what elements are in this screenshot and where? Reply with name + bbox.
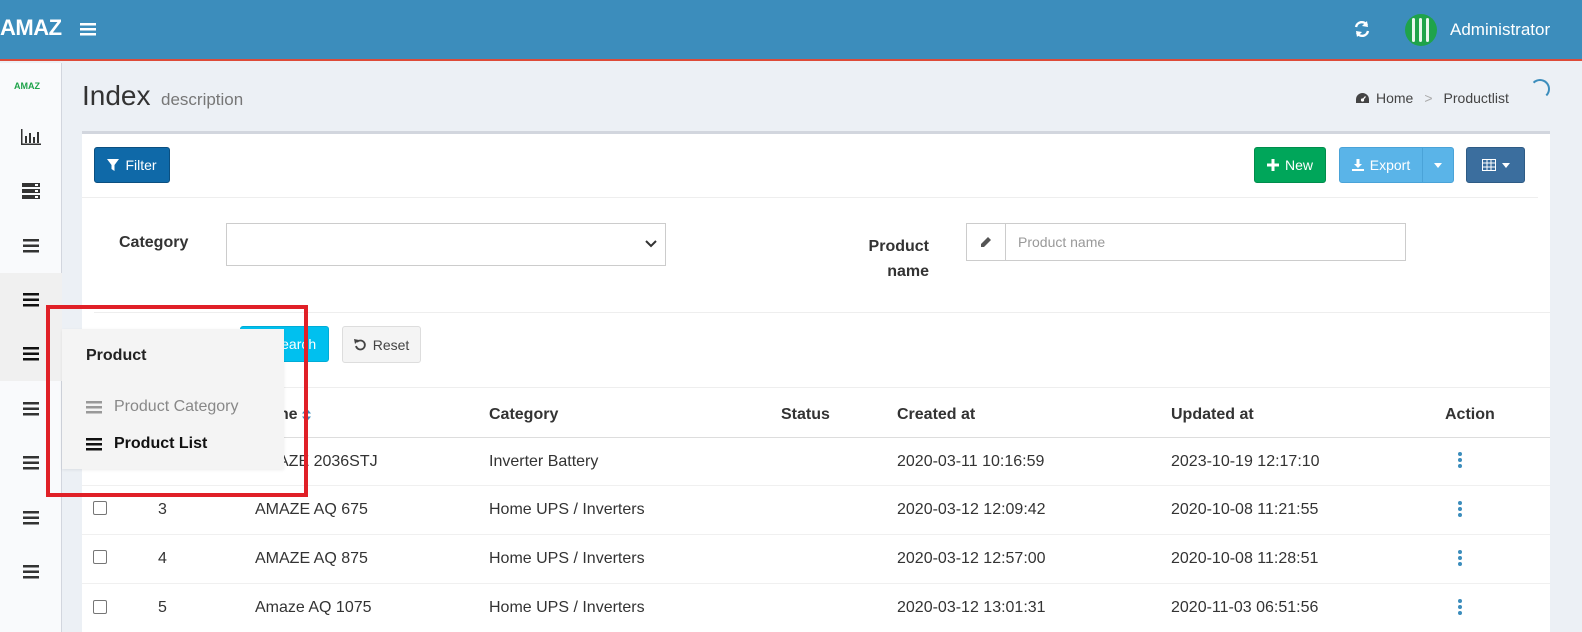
cell-category: Home UPS / Inverters <box>489 501 645 518</box>
list-icon <box>23 511 39 525</box>
hamburger-menu-icon[interactable] <box>80 21 96 40</box>
breadcrumb-separator: > <box>1424 90 1433 106</box>
divider <box>94 387 1550 388</box>
list-icon <box>23 347 39 361</box>
page-title: Index <box>82 80 151 111</box>
cell-category: Inverter Battery <box>489 453 599 470</box>
row-action-menu-icon[interactable] <box>1458 501 1462 517</box>
row-checkbox[interactable] <box>93 501 107 515</box>
server-icon <box>22 183 40 199</box>
sidebar-item-menu-7[interactable] <box>0 545 62 599</box>
cell-updated: 2023-10-19 12:17:10 <box>1171 453 1320 470</box>
cell-updated: 2020-10-08 11:28:51 <box>1171 550 1319 567</box>
user-name[interactable]: Administrator <box>1450 20 1550 40</box>
category-label: Category <box>119 234 189 251</box>
new-button-label: New <box>1284 157 1313 173</box>
row-divider <box>82 534 1550 535</box>
cell-updated: 2020-10-08 11:21:55 <box>1171 501 1319 518</box>
plus-icon <box>1266 159 1279 171</box>
row-divider <box>82 583 1550 584</box>
cell-name: Amaze AQ 1075 <box>255 599 372 616</box>
product-name-label-line1: Product <box>868 238 929 255</box>
list-icon <box>23 239 39 253</box>
column-header-updated[interactable]: Updated at <box>1171 406 1254 424</box>
cell-created: 2020-03-12 12:57:00 <box>897 550 1046 567</box>
cell-created: 2020-03-12 12:09:42 <box>897 501 1046 518</box>
annotation-highlight-box <box>46 305 308 497</box>
download-icon <box>1351 159 1364 171</box>
row-checkbox[interactable] <box>93 550 107 564</box>
cell-name: AMAZE AQ 675 <box>255 501 368 518</box>
reset-button-label: Reset <box>372 336 410 353</box>
filter-button-label: Filter <box>125 157 157 173</box>
list-icon <box>23 565 39 579</box>
column-header-created[interactable]: Created at <box>897 406 975 424</box>
product-name-label-line2: name <box>887 263 929 280</box>
export-dropdown-toggle[interactable] <box>1422 147 1454 183</box>
row-action-menu-icon[interactable] <box>1458 452 1462 468</box>
bar-chart-icon <box>21 129 41 145</box>
table-icon <box>1481 159 1496 171</box>
caret-down-icon <box>1434 162 1442 168</box>
sidebar-item-server[interactable] <box>0 164 62 218</box>
product-name-label: Product name <box>852 234 929 284</box>
filter-button[interactable]: Filter <box>94 147 170 183</box>
list-icon <box>23 402 39 416</box>
divider <box>82 197 1538 198</box>
loading-spinner-icon <box>1530 79 1550 99</box>
sidebar-item-dashboard[interactable] <box>0 110 62 164</box>
refresh-icon[interactable] <box>1352 19 1372 42</box>
column-header-category[interactable]: Category <box>489 406 558 424</box>
export-button-label: Export <box>1369 157 1411 173</box>
breadcrumb-home[interactable]: Home <box>1376 90 1413 106</box>
caret-down-icon <box>1501 162 1510 168</box>
list-icon <box>23 293 39 307</box>
sidebar-item-menu-6[interactable] <box>0 491 62 545</box>
row-action-menu-icon[interactable] <box>1458 550 1462 566</box>
cell-category: Home UPS / Inverters <box>489 599 645 616</box>
cell-id: 5 <box>158 599 167 616</box>
user-avatar[interactable] <box>1405 14 1437 46</box>
columns-dropdown-button[interactable] <box>1466 147 1525 183</box>
sidebar-item-menu-1[interactable] <box>0 219 62 273</box>
breadcrumb: Home > Productlist <box>1355 90 1509 106</box>
row-action-menu-icon[interactable] <box>1458 599 1462 615</box>
cell-id: 3 <box>158 501 167 518</box>
category-select[interactable] <box>226 223 666 266</box>
row-checkbox[interactable] <box>93 600 107 614</box>
cell-created: 2020-03-12 13:01:31 <box>897 599 1046 616</box>
filter-icon <box>107 159 120 171</box>
list-icon <box>23 456 39 470</box>
undo-icon <box>353 339 366 351</box>
product-name-input-group <box>966 223 1406 261</box>
divider <box>94 312 1550 313</box>
cell-category: Home UPS / Inverters <box>489 550 645 567</box>
dashboard-icon <box>1356 92 1369 103</box>
cell-id: 4 <box>158 550 167 567</box>
column-header-action: Action <box>1445 406 1495 423</box>
page-description: description <box>161 90 244 109</box>
new-button[interactable]: New <box>1254 147 1326 183</box>
chevron-down-icon <box>645 240 657 248</box>
reset-button[interactable]: Reset <box>342 326 421 363</box>
breadcrumb-current: Productlist <box>1443 90 1509 106</box>
top-navbar: AMAZ Administrator <box>0 0 1582 61</box>
product-name-input[interactable] <box>1006 224 1405 260</box>
cell-name: AMAZE AQ 875 <box>255 550 368 567</box>
export-button[interactable]: Export <box>1339 147 1423 183</box>
pencil-icon <box>967 224 1006 260</box>
cell-updated: 2020-11-03 06:51:56 <box>1171 599 1319 616</box>
brand-logo[interactable]: AMAZ <box>0 15 62 41</box>
cell-created: 2020-03-11 10:16:59 <box>897 453 1045 470</box>
column-header-status[interactable]: Status <box>781 406 830 424</box>
sidebar-logo: AMAZ <box>14 81 40 91</box>
